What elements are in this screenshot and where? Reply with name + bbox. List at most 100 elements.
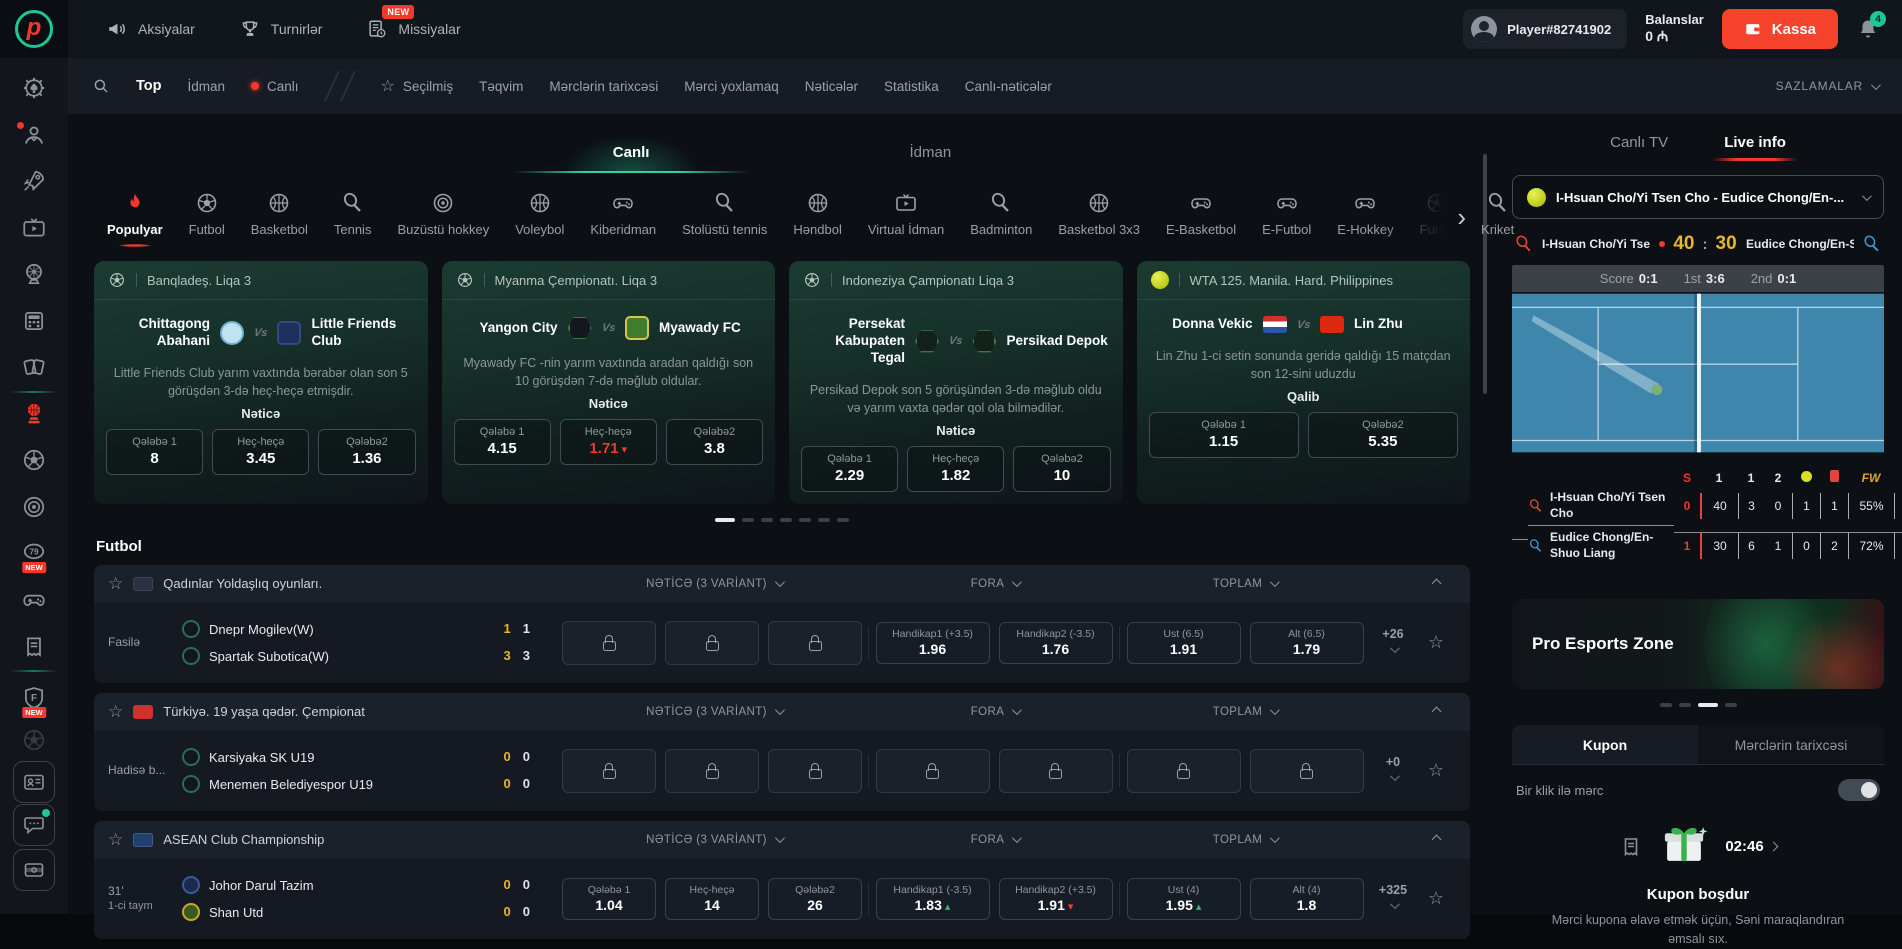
- football-section-icon[interactable]: [21, 447, 47, 473]
- support-chat-button[interactable]: [13, 804, 55, 846]
- odd-button[interactable]: Qələbə 14.15: [454, 419, 551, 465]
- menu-item-turnirler[interactable]: Turnirlər: [239, 18, 323, 40]
- odd-button[interactable]: Qələbə 11.04: [562, 878, 656, 920]
- market-toplam-header[interactable]: TOPLAM: [1120, 834, 1370, 846]
- sport-tab-futbol[interactable]: Futbol: [176, 187, 238, 247]
- odd-button[interactable]: Heç-heçə1.71: [560, 419, 657, 465]
- favorite-star-icon[interactable]: ☆: [108, 702, 123, 722]
- collapse-button[interactable]: [1416, 708, 1456, 715]
- odd-button[interactable]: Handikap1 (-3.5)1.83: [876, 878, 990, 920]
- bingo-icon[interactable]: [21, 308, 47, 334]
- odd-button[interactable]: Handikap1 (+3.5)1.96: [876, 622, 990, 664]
- market-fora-header[interactable]: FORA: [870, 706, 1120, 718]
- odd-button[interactable]: Alt (6.5)1.79: [1250, 622, 1364, 664]
- sport-tab-basketbol[interactable]: Basketbol: [238, 187, 321, 247]
- sport-tab-voleybol[interactable]: Voleybol: [502, 187, 577, 247]
- sport-tab-hokkey[interactable]: Buzüstü hokkey: [384, 187, 502, 247]
- nav-canli-neticeler[interactable]: Canlı-nəticələr: [965, 79, 1052, 94]
- sport-tab-populyar[interactable]: Populyar: [94, 187, 176, 247]
- fantasy-shield-icon[interactable]: NEW: [21, 685, 47, 711]
- sport-tab-kriket[interactable]: Kriket: [1468, 187, 1527, 247]
- cashbox-button[interactable]: [13, 849, 55, 891]
- favorite-star-icon[interactable]: ☆: [1416, 632, 1456, 653]
- search-button[interactable]: [92, 77, 110, 95]
- match-row[interactable]: Fasilə Dnepr Mogilev(W) Spartak Subotica…: [94, 603, 1470, 683]
- live-dealer-icon[interactable]: [21, 122, 47, 148]
- gamepad-icon[interactable]: [21, 587, 47, 613]
- gift-bonus-row[interactable]: 02:46: [1512, 817, 1884, 876]
- sports-live-icon-active[interactable]: [21, 401, 47, 427]
- promo-card[interactable]: Indoneziya Çampionatı Liqa 3 Persekat Ka…: [789, 261, 1123, 504]
- menu-item-missiyalar[interactable]: NEW Missiyalar: [366, 18, 460, 40]
- odd-button[interactable]: Heç-heçə1.82: [907, 446, 1004, 492]
- tab-live[interactable]: Canlı: [543, 130, 720, 173]
- brand-logo[interactable]: p: [0, 0, 68, 58]
- favorite-star-icon[interactable]: ☆: [1416, 888, 1456, 909]
- aviator-rocket-icon[interactable]: [21, 168, 47, 194]
- notifications-button[interactable]: 4: [1856, 17, 1880, 41]
- tabs-scroll-right-button[interactable]: ›: [1457, 202, 1470, 233]
- tab-sport[interactable]: İdman: [839, 130, 1021, 173]
- tv-games-icon[interactable]: [21, 215, 47, 241]
- cards-games-icon[interactable]: [21, 354, 47, 380]
- sport-tab-e-futbol[interactable]: E-Futbol: [1249, 187, 1324, 247]
- odd-button[interactable]: Alt (4)1.8: [1250, 878, 1364, 920]
- more-markets-button[interactable]: +0: [1370, 756, 1416, 785]
- cards-carousel-dots[interactable]: [94, 518, 1470, 522]
- match-row[interactable]: 31'1-ci taym Johor Darul Tazim Shan Utd …: [94, 859, 1470, 939]
- odd-button[interactable]: Qələbə 12.29: [801, 446, 898, 492]
- market-netice-header[interactable]: NƏTİCƏ (3 VARİANT): [558, 706, 870, 718]
- more-markets-button[interactable]: +26: [1370, 628, 1416, 657]
- id-card-button[interactable]: [13, 761, 55, 803]
- favorite-star-icon[interactable]: ☆: [1416, 760, 1456, 781]
- game79-icon[interactable]: NEW: [21, 540, 47, 566]
- match-row[interactable]: Hadisə b... Karsiyaka SK U19 Menemen Bel…: [94, 731, 1470, 811]
- odd-button[interactable]: Heç-heçə14: [665, 878, 759, 920]
- esports-banner[interactable]: Pro Esports Zone: [1512, 599, 1884, 689]
- match-select-dropdown[interactable]: I-Hsuan Cho/Yi Tsen Cho - Eudice Chong/E…: [1512, 175, 1884, 219]
- sport-tab-kiberidman[interactable]: Kiberidman: [577, 187, 669, 247]
- market-fora-header[interactable]: FORA: [870, 578, 1120, 590]
- promo-card[interactable]: Myanma Çempionatı. Liqa 3 Yangon City Vs…: [442, 261, 776, 504]
- tab-top[interactable]: Top: [136, 78, 162, 94]
- tab-bet-history[interactable]: Mərclərin tarixcəsi: [1698, 725, 1884, 764]
- tab-live-info[interactable]: Live info: [1724, 134, 1786, 161]
- sport-tab-tennis[interactable]: Tennis: [321, 187, 385, 247]
- wheel-of-fortune-icon[interactable]: [21, 261, 47, 287]
- odd-button[interactable]: Handikap2 (-3.5)1.76: [999, 622, 1113, 664]
- market-toplam-header[interactable]: TOPLAM: [1120, 578, 1370, 590]
- player-account-button[interactable]: Player#82741902: [1463, 9, 1627, 49]
- nav-teqvim[interactable]: Təqvim: [479, 79, 523, 94]
- odd-button[interactable]: Ust (6.5)1.91: [1127, 622, 1241, 664]
- market-fora-header[interactable]: FORA: [870, 834, 1120, 846]
- odd-button[interactable]: Heç-heçə3.45: [212, 429, 309, 475]
- nav-merc-tarixcesi[interactable]: Mərclərin tarixcəsi: [549, 79, 658, 94]
- nav-statistika[interactable]: Statistika: [884, 79, 939, 94]
- favorite-star-icon[interactable]: ☆: [108, 574, 123, 594]
- sport-tab-basketbol-3x3[interactable]: Basketbol 3x3: [1045, 187, 1153, 247]
- soccer-faded-icon[interactable]: [21, 727, 47, 753]
- tab-canli[interactable]: Canlı: [251, 79, 299, 94]
- odd-button[interactable]: Ust (4)1.95: [1127, 878, 1241, 920]
- betslip-receipt-icon[interactable]: [21, 634, 47, 660]
- menu-item-aksiyalar[interactable]: Aksiyalar: [106, 18, 195, 40]
- market-netice-header[interactable]: NƏTİCƏ (3 VARİANT): [558, 834, 870, 846]
- odd-button[interactable]: Qələbə25.35: [1308, 412, 1458, 458]
- banner-carousel-dots[interactable]: [1512, 703, 1884, 707]
- odd-button[interactable]: Qələbə226: [768, 878, 862, 920]
- sport-tab-badminton[interactable]: Badminton: [957, 187, 1045, 247]
- nav-merci-yoxlamaq[interactable]: Mərci yoxlamaq: [684, 79, 779, 94]
- promo-card[interactable]: WTA 125. Manila. Hard. Philippines Donna…: [1137, 261, 1471, 504]
- sport-tab-e-basketbol[interactable]: E-Basketbol: [1153, 187, 1249, 247]
- more-markets-button[interactable]: +325: [1370, 884, 1416, 913]
- target-section-icon[interactable]: [21, 494, 47, 520]
- nav-secilmis[interactable]: ☆Seçilmiş: [381, 76, 454, 96]
- favorite-star-icon[interactable]: ☆: [108, 830, 123, 850]
- collapse-button[interactable]: [1416, 836, 1456, 843]
- market-netice-header[interactable]: NƏTİCƏ (3 VARİANT): [558, 578, 870, 590]
- collapse-button[interactable]: [1416, 580, 1456, 587]
- bonus-timer[interactable]: 02:46: [1725, 838, 1776, 855]
- odd-button[interactable]: Qələbə 18: [106, 429, 203, 475]
- tab-idman[interactable]: İdman: [188, 79, 226, 94]
- odd-button[interactable]: Qələbə 11.15: [1149, 412, 1299, 458]
